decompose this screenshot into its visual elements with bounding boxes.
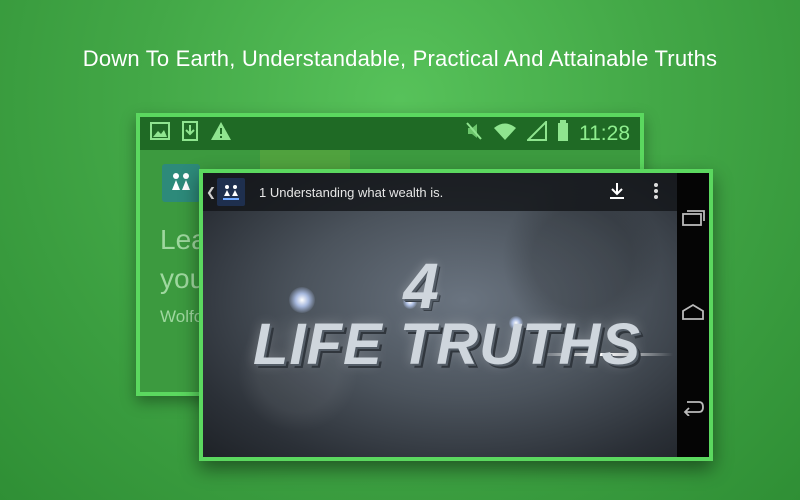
download-icon [182, 121, 198, 146]
video-frame[interactable]: 4 LIFE TRUTHS ❮ 1 Understanding what wea… [203, 173, 677, 457]
back-chevron-icon[interactable]: ❮ [205, 185, 217, 199]
status-bar: 11:28 [140, 117, 640, 150]
udemy-logo-icon[interactable] [217, 178, 245, 206]
udemy-logo-icon [162, 164, 200, 202]
back-icon[interactable] [681, 398, 705, 421]
download-icon[interactable] [609, 182, 625, 203]
overflow-menu-icon[interactable] [653, 182, 659, 203]
warning-icon [210, 121, 232, 146]
image-icon [150, 122, 170, 145]
video-title-art: LIFE TRUTHS [253, 312, 641, 377]
front-device-screenshot: 4 LIFE TRUTHS ❮ 1 Understanding what wea… [199, 169, 713, 461]
recent-apps-icon[interactable] [681, 209, 705, 232]
status-clock: 11:28 [579, 121, 630, 145]
home-icon[interactable] [681, 303, 705, 326]
player-topbar: ❮ 1 Understanding what wealth is. [203, 173, 677, 211]
back-text-line-3: Wolfo [160, 307, 204, 326]
mute-icon [465, 121, 483, 146]
headline: Down To Earth, Understandable, Practical… [82, 46, 718, 71]
signal-icon [525, 119, 547, 146]
wifi-icon [493, 121, 517, 146]
battery-icon [557, 120, 569, 147]
android-navbar [677, 173, 709, 457]
lecture-title: 1 Understanding what wealth is. [259, 184, 444, 200]
lens-flare [289, 287, 315, 313]
